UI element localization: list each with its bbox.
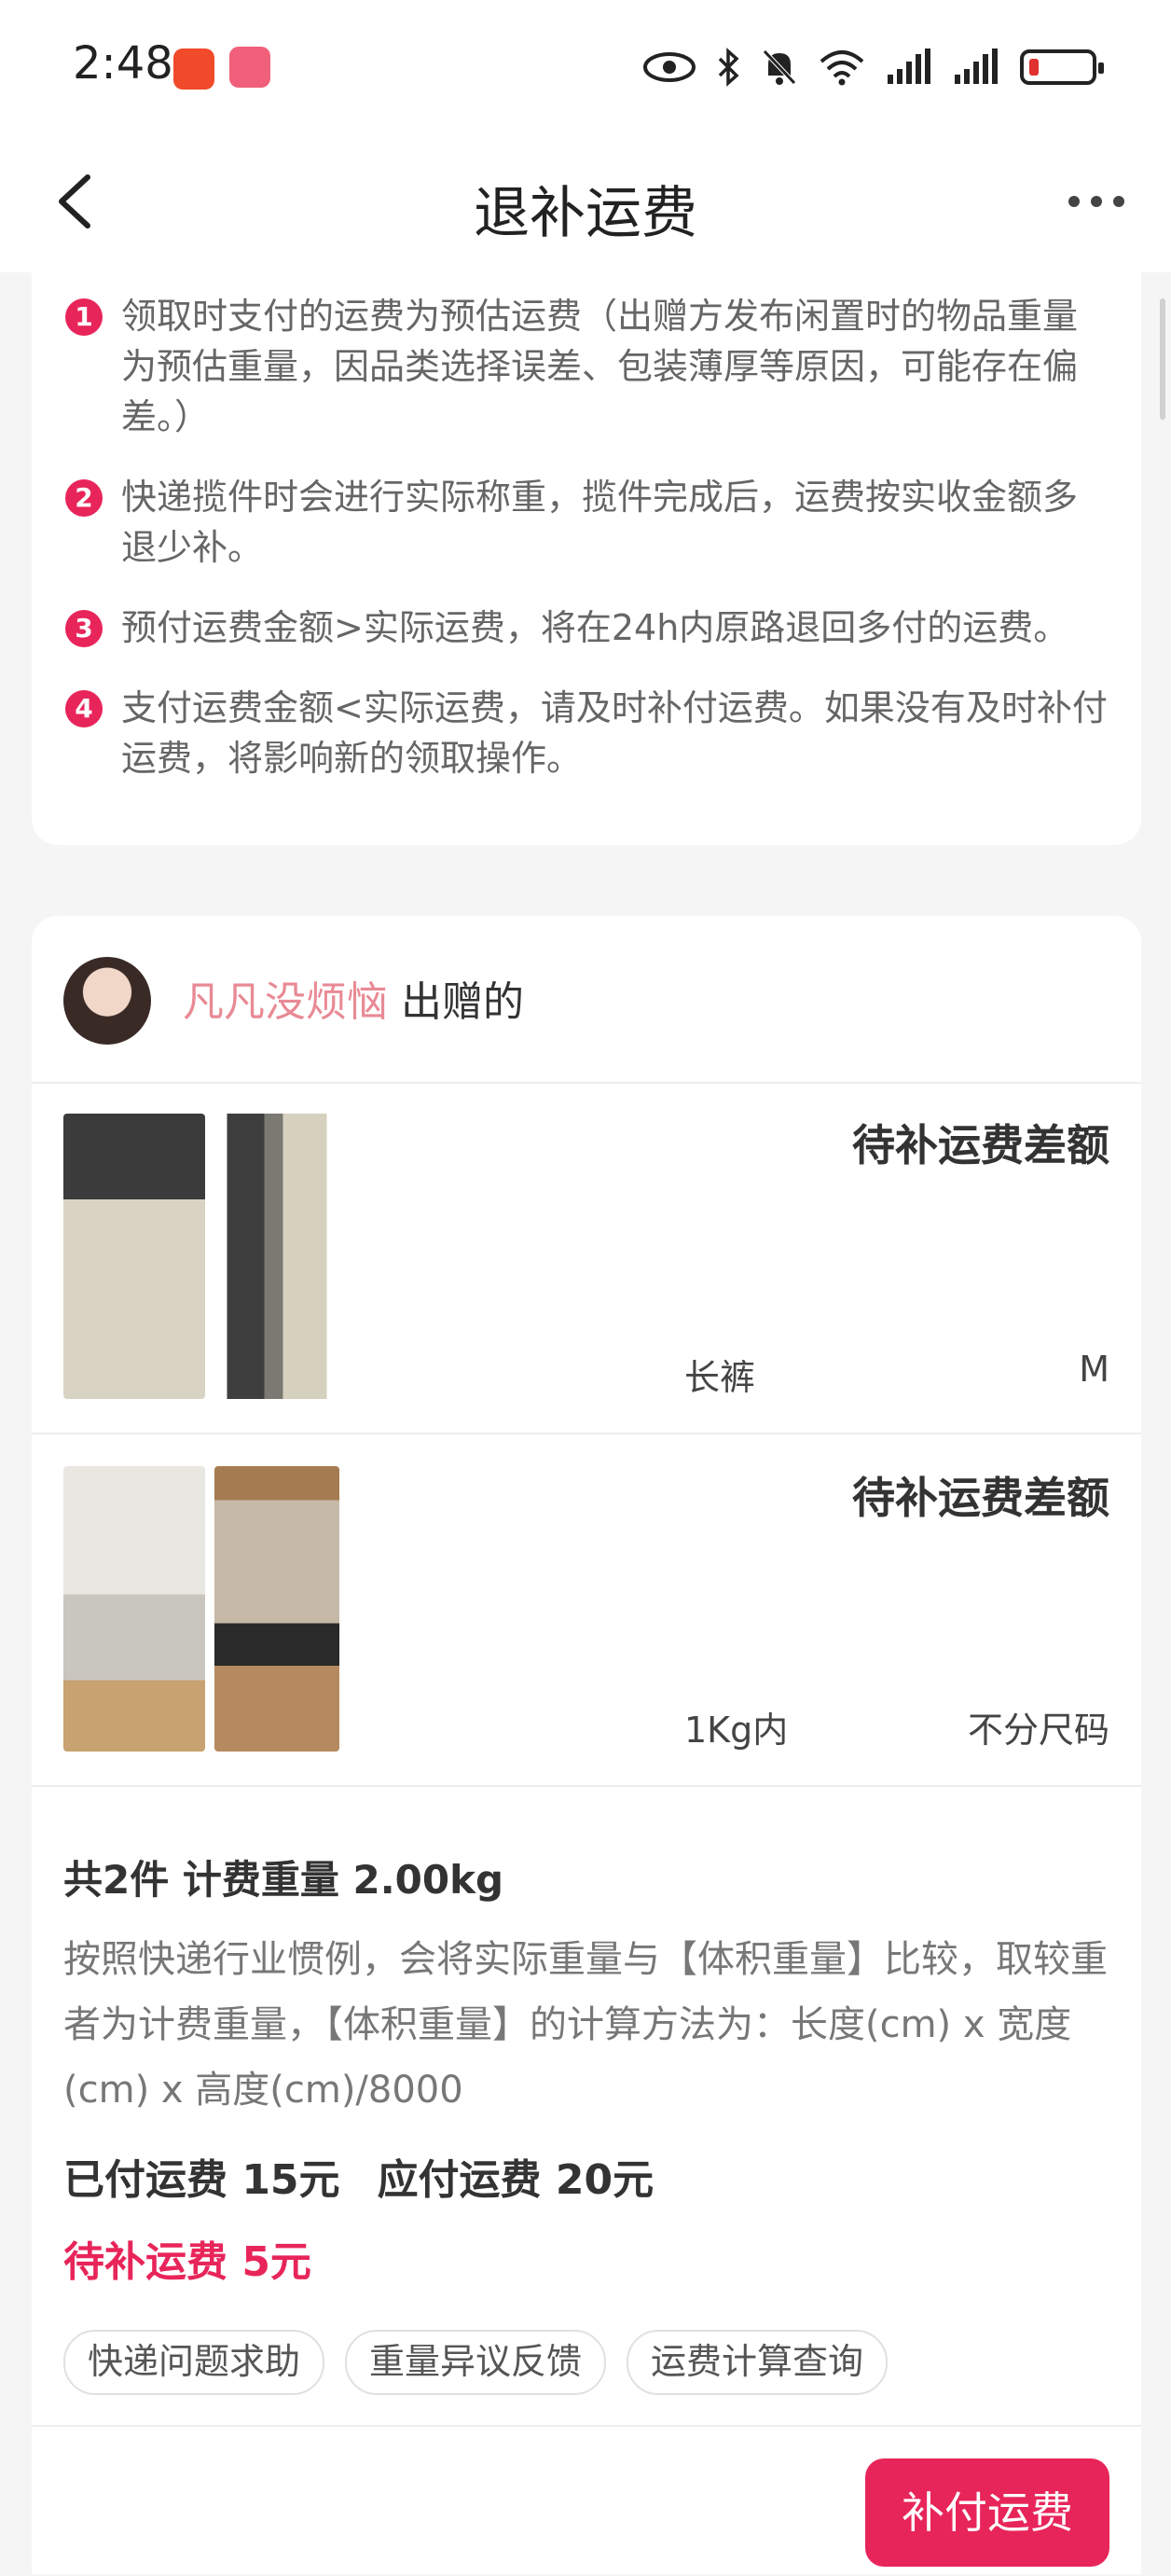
fee-line: 已付运费 15元 应付运费 20元 — [63, 2153, 1109, 2209]
chip-weight-dispute[interactable]: 重量异议反馈 — [345, 2330, 607, 2395]
giver-suffix: 出赠的 — [401, 978, 524, 1026]
help-chips: 快递问题求助 重量异议反馈 运费计算查询 — [63, 2330, 889, 2395]
avatar[interactable] — [63, 957, 151, 1045]
item-row[interactable]: 待补运费差额 长裤 M — [32, 1082, 1141, 1434]
signal-icon — [888, 48, 930, 84]
item-photo — [214, 1114, 339, 1399]
notice-list: 1 领取时支付的运费为预估运费（出赠方发布闲置时的物品重量为预估重量，因品类选择… — [32, 272, 1141, 783]
page-title: 退补运费 — [474, 181, 697, 246]
item-row[interactable]: 待补运费差额 1Kg内 不分尺码 — [32, 1434, 1141, 1787]
item-name: 1Kg内 — [684, 1710, 789, 1751]
notice-card: 1 领取时支付的运费为预估运费（出赠方发布闲置时的物品重量为预估重量，因品类选择… — [32, 272, 1141, 845]
more-button[interactable] — [1059, 164, 1134, 239]
fee-summary: 共2件 计费重量 2.00kg 按照快递行业惯例，会将实际重量与【体积重量】比较… — [63, 1852, 1109, 2291]
notice-text: 预付运费金额>实际运费，将在24h内原路退回多付的运费。 — [121, 607, 1069, 648]
giver-name[interactable]: 凡凡没烦恼 — [183, 978, 388, 1026]
due-fee: 应付运费 20元 — [377, 2156, 654, 2204]
notice-item: 3 预付运费金额>实际运费，将在24h内原路退回多付的运费。 — [65, 602, 1108, 653]
nav-bar: 退补运费 — [0, 131, 1171, 272]
notice-item: 4 支付运费金额<实际运费，请及时补付运费。如果没有及时补付运费，将影响新的领取… — [65, 683, 1108, 783]
giver-line: 凡凡没烦恼 出赠的 — [183, 968, 524, 1028]
giver-row[interactable]: 凡凡没烦恼 出赠的 — [32, 916, 1141, 1084]
item-image[interactable] — [63, 1114, 339, 1399]
item-size: 不分尺码 — [967, 1710, 1109, 1751]
summary-description: 按照快递行业惯例，会将实际重量与【体积重量】比较，取较重者为计费重量，【体积重量… — [63, 1938, 1108, 2112]
pay-shipping-button[interactable]: 补付运费 — [865, 2458, 1109, 2567]
more-dots-icon — [1068, 196, 1124, 207]
bell-off-icon — [763, 49, 796, 85]
owed-fee: 待补运费 5元 — [63, 2238, 311, 2286]
item-image[interactable] — [63, 1466, 339, 1752]
gift-card: 凡凡没烦恼 出赠的 待补运费差额 长裤 M 待补运费差额 1Kg内 不分尺码 共… — [32, 916, 1141, 2574]
item-photo — [63, 1466, 205, 1752]
battery-low-icon — [1020, 49, 1104, 85]
item-photo — [63, 1114, 205, 1399]
bluetooth-icon — [718, 48, 739, 87]
item-name: 长裤 — [684, 1357, 756, 1398]
eye-icon — [643, 52, 696, 82]
item-status: 待补运费差额 — [852, 1473, 1109, 1523]
number-badge-icon: 1 — [65, 298, 103, 336]
wifi-icon — [820, 50, 864, 86]
notification-app-icon — [173, 48, 214, 90]
notice-item: 2 快递揽件时会进行实际称重，揽件完成后，运费按实收金额多退少补。 — [65, 472, 1108, 573]
notification-app-icon — [229, 47, 270, 88]
notice-text: 领取时支付的运费为预估运费（出赠方发布闲置时的物品重量为预估重量，因品类选择误差… — [121, 296, 1079, 437]
status-icons — [643, 41, 1104, 93]
signal-icon — [955, 48, 998, 84]
number-badge-icon: 4 — [65, 690, 103, 727]
item-photo — [214, 1466, 339, 1752]
chip-fee-query[interactable]: 运费计算查询 — [627, 2330, 889, 2395]
notice-item: 1 领取时支付的运费为预估运费（出赠方发布闲置时的物品重量为预估重量，因品类选择… — [65, 291, 1108, 442]
chip-express-help[interactable]: 快递问题求助 — [63, 2330, 325, 2395]
item-size: M — [1079, 1349, 1109, 1390]
status-time: 2:48 — [73, 37, 173, 90]
item-status: 待补运费差额 — [852, 1120, 1109, 1170]
bottom-bar: 补付运费 — [32, 2425, 1141, 2576]
number-badge-icon: 3 — [65, 610, 103, 647]
summary-title: 共2件 计费重量 2.00kg — [63, 1857, 504, 1903]
status-bar: 2:48 — [0, 0, 1171, 131]
notice-text: 快递揽件时会进行实际称重，揽件完成后，运费按实收金额多退少补。 — [121, 477, 1079, 568]
number-badge-icon: 2 — [65, 479, 103, 517]
scroll-indicator — [1160, 298, 1165, 420]
notice-text: 支付运费金额<实际运费，请及时补付运费。如果没有及时补付运费，将影响新的领取操作… — [121, 687, 1108, 779]
paid-fee: 已付运费 15元 — [63, 2156, 340, 2204]
